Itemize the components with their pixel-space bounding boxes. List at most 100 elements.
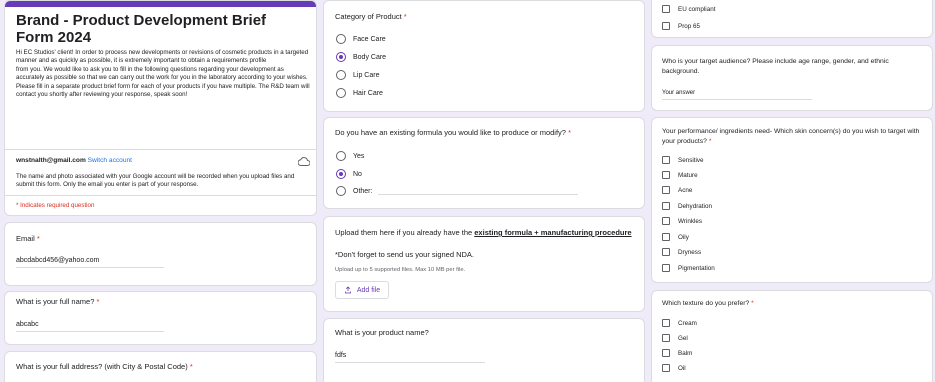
- compliance-question-card: EU compliant Prop 65: [651, 0, 933, 38]
- category-label: Category of Product: [335, 12, 402, 21]
- required-asterisk: *: [96, 297, 100, 306]
- radio-button[interactable]: [336, 186, 346, 196]
- audience-label: Who is your target audience? Please incl…: [662, 58, 889, 75]
- form-description: Hi EC Studios' client! In order to proce…: [16, 49, 310, 99]
- name-label: What is your full name?: [16, 297, 95, 306]
- account-email: wnstnalth@gmail.com: [16, 157, 86, 164]
- skin-concern-label: Your performance/ ingredients need- Whic…: [662, 128, 920, 145]
- privacy-note: The name and photo associated with your …: [16, 173, 295, 189]
- checkbox-option-mature[interactable]: Mature: [662, 171, 698, 179]
- checkbox-option-wrinkles[interactable]: Wrinkles: [662, 217, 702, 225]
- checkbox-option-balm[interactable]: Balm: [662, 349, 692, 357]
- option-label: Wrinkles: [678, 217, 703, 225]
- checkbox-option-dryness[interactable]: Dryness: [662, 248, 701, 256]
- option-label: Cream: [678, 319, 697, 327]
- required-asterisk: *: [708, 138, 712, 145]
- radio-option-yes[interactable]: Yes: [336, 151, 364, 161]
- radio-button[interactable]: [336, 88, 346, 98]
- radio-option-other[interactable]: Other:: [336, 186, 579, 196]
- add-file-button[interactable]: Add file: [335, 281, 389, 299]
- skin-concern-question-card: Your performance/ ingredients need- Whic…: [651, 117, 933, 283]
- checkbox-option-oily[interactable]: Oily: [662, 233, 689, 241]
- radio-option-hair-care[interactable]: Hair Care: [336, 88, 383, 98]
- required-asterisk: *: [403, 12, 407, 21]
- checkbox[interactable]: [662, 171, 670, 179]
- nda-note: *Don't forget to send us your signed NDA…: [335, 250, 475, 259]
- option-label: Hair Care: [353, 89, 383, 97]
- checkbox-option-prop-65[interactable]: Prop 65: [662, 22, 700, 30]
- full-name-field[interactable]: abcabc: [16, 321, 164, 332]
- checkbox[interactable]: [662, 233, 670, 241]
- checkbox[interactable]: [662, 156, 670, 164]
- checkbox[interactable]: [662, 202, 670, 210]
- checkbox-option-dehydration[interactable]: Dehydration: [662, 202, 712, 210]
- form-accent-bar: [5, 1, 316, 7]
- radio-button-selected[interactable]: [336, 52, 346, 62]
- checkbox[interactable]: [662, 186, 670, 194]
- option-label: Oily: [678, 233, 689, 241]
- formula-label-row: Do you have an existing formula you woul…: [335, 128, 571, 138]
- other-text-field[interactable]: [378, 187, 579, 195]
- checkbox[interactable]: [662, 319, 670, 327]
- formula-link-text: existing formula + manufacturing procedu…: [474, 228, 632, 237]
- checkbox[interactable]: [662, 248, 670, 256]
- audience-question-card: Who is your target audience? Please incl…: [651, 45, 933, 111]
- option-label: Balm: [678, 349, 693, 357]
- radio-option-body-care[interactable]: Body Care: [336, 52, 386, 62]
- radio-option-no[interactable]: No: [336, 169, 362, 179]
- upload-question-card: Upload them here if you already have the…: [323, 216, 645, 312]
- add-file-label: Add file: [356, 286, 381, 294]
- checkbox[interactable]: [662, 5, 670, 13]
- checkbox-option-acne[interactable]: Acne: [662, 186, 692, 194]
- option-label: Dryness: [678, 248, 702, 256]
- option-label: No: [353, 170, 362, 178]
- checkbox[interactable]: [662, 334, 670, 342]
- required-asterisk: *: [751, 300, 754, 307]
- product-name-label: What is your product name?: [335, 328, 429, 337]
- account-row: wnstnalth@gmail.com Switch account: [16, 157, 132, 164]
- checkbox[interactable]: [662, 22, 670, 30]
- address-question-card: What is your full address? (with City & …: [4, 351, 317, 382]
- checkbox[interactable]: [662, 349, 670, 357]
- form-header-card: Brand - Product Development Brief Form 2…: [4, 0, 317, 216]
- texture-label-row: Which texture do you prefer? *: [662, 299, 754, 309]
- option-label: Lip Care: [353, 71, 380, 79]
- radio-option-face-care[interactable]: Face Care: [336, 34, 386, 44]
- option-label: Dehydration: [678, 202, 712, 210]
- checkbox-option-oil[interactable]: Oil: [662, 364, 686, 372]
- checkbox[interactable]: [662, 264, 670, 272]
- name-question-card: What is your full name? * abcabc: [4, 291, 317, 345]
- checkbox-option-cream[interactable]: Cream: [662, 319, 697, 327]
- cloud-icon: [298, 157, 310, 166]
- option-label: Pigmentation: [678, 264, 715, 272]
- upload-icon: [344, 286, 351, 294]
- checkbox[interactable]: [662, 364, 670, 372]
- switch-account-link[interactable]: Switch account: [88, 157, 132, 164]
- email-field[interactable]: abcdabcd456@yahoo.com: [16, 257, 164, 268]
- upload-limits: Upload up to 5 supported files. Max 10 M…: [335, 267, 466, 273]
- radio-option-lip-care[interactable]: Lip Care: [336, 70, 379, 80]
- checkbox-option-eu-compliant[interactable]: EU compliant: [662, 5, 715, 13]
- option-label: EU compliant: [678, 5, 716, 13]
- radio-button[interactable]: [336, 151, 346, 161]
- checkbox-option-pigmentation[interactable]: Pigmentation: [662, 264, 715, 272]
- option-label: Sensitive: [678, 156, 704, 164]
- divider: [5, 149, 316, 150]
- checkbox[interactable]: [662, 217, 670, 225]
- address-label-row: What is your full address? (with City & …: [16, 362, 193, 372]
- category-question-card: Category of Product * Face Care Body Car…: [323, 0, 645, 112]
- checkbox-option-sensitive[interactable]: Sensitive: [662, 156, 704, 164]
- radio-button-selected[interactable]: [336, 169, 346, 179]
- required-note: * Indicates required question: [16, 202, 95, 209]
- product-name-field[interactable]: fdfs: [335, 352, 485, 363]
- required-asterisk: *: [189, 362, 193, 371]
- option-label: Face Care: [353, 35, 386, 43]
- option-label: Other:: [353, 187, 373, 195]
- audience-field[interactable]: Your answer: [662, 90, 812, 100]
- option-label: Yes: [353, 152, 365, 160]
- radio-button[interactable]: [336, 70, 346, 80]
- option-label: Prop 65: [678, 22, 701, 30]
- email-label: Email: [16, 234, 35, 243]
- checkbox-option-gel[interactable]: Gel: [662, 334, 688, 342]
- radio-button[interactable]: [336, 34, 346, 44]
